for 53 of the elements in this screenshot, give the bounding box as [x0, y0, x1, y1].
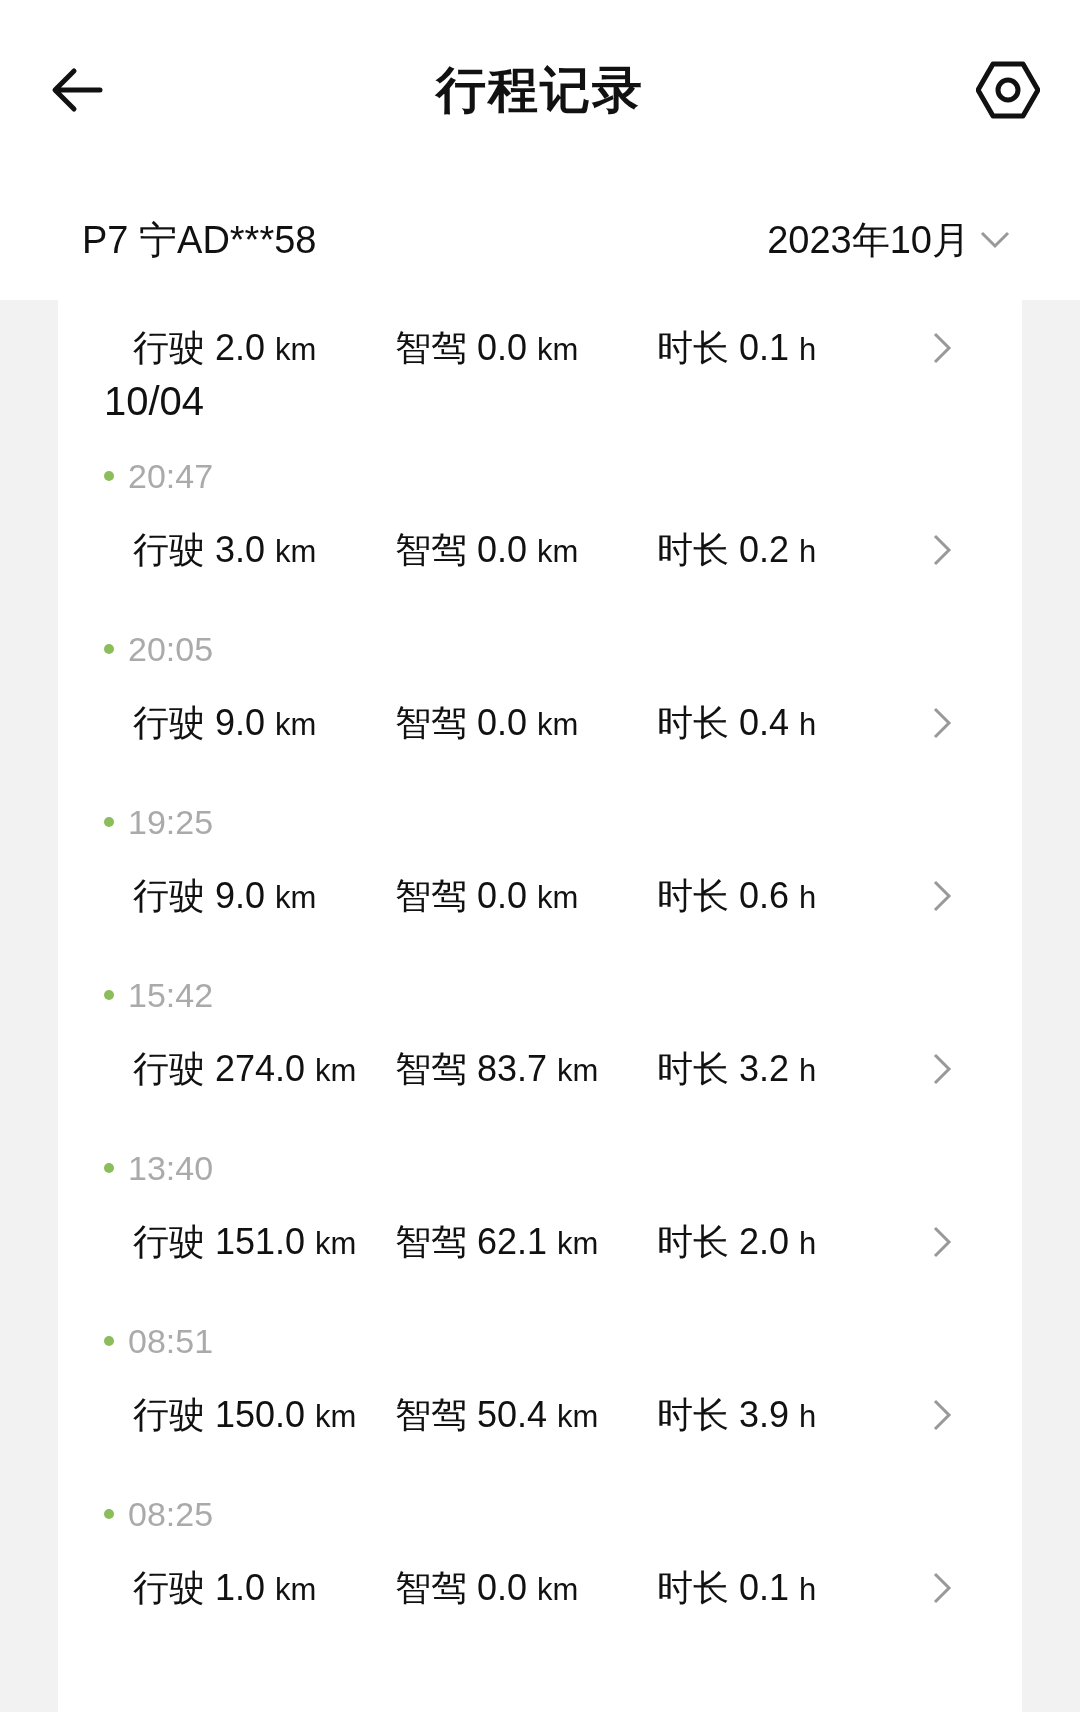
- assist-stat: 智驾 0.0 km: [395, 527, 580, 572]
- distance-stat: 行驶 150.0 km: [133, 1392, 358, 1437]
- status-dot: [104, 1336, 114, 1346]
- trip-time: 08:51: [128, 1321, 214, 1361]
- settings-icon[interactable]: [976, 61, 1040, 119]
- duration-stat: 时长 0.1 h: [657, 325, 818, 370]
- distance-stat: 行驶 1.0 km: [133, 1565, 318, 1610]
- assist-stat: 智驾 0.0 km: [395, 325, 580, 370]
- trip-time: 08:25: [128, 1494, 214, 1534]
- status-dot: [104, 990, 114, 1000]
- trip-time: 15:42: [128, 975, 214, 1015]
- assist-stat: 智驾 83.7 km: [395, 1046, 600, 1091]
- back-icon[interactable]: [50, 67, 104, 113]
- month-selector[interactable]: 2023年10月: [767, 214, 1010, 266]
- chevron-down-icon: [980, 231, 1010, 249]
- assist-stat: 智驾 0.0 km: [395, 873, 580, 918]
- vehicle-name: P7 宁AD***58: [82, 217, 317, 263]
- distance-stat: 行驶 9.0 km: [133, 873, 318, 918]
- trip-time: 20:47: [128, 456, 214, 496]
- status-dot: [104, 817, 114, 827]
- duration-stat: 时长 3.9 h: [657, 1392, 818, 1437]
- status-dot: [104, 1163, 114, 1173]
- duration-stat: 时长 3.2 h: [657, 1046, 818, 1091]
- status-dot: [104, 1509, 114, 1519]
- duration-stat: 时长 2.0 h: [657, 1219, 818, 1264]
- trip-time: 13:40: [128, 1148, 214, 1188]
- assist-stat: 智驾 62.1 km: [395, 1219, 600, 1264]
- trip-time: 20:05: [128, 629, 214, 669]
- distance-stat: 行驶 9.0 km: [133, 700, 318, 745]
- distance-stat: 行驶 2.0 km: [133, 325, 318, 370]
- duration-stat: 时长 0.1 h: [657, 1565, 818, 1610]
- chevron-right-icon[interactable]: [932, 1398, 952, 1432]
- status-dot: [104, 471, 114, 481]
- assist-stat: 智驾 0.0 km: [395, 700, 580, 745]
- duration-stat: 时长 0.4 h: [657, 700, 818, 745]
- chevron-right-icon[interactable]: [932, 331, 952, 365]
- assist-stat: 智驾 50.4 km: [395, 1392, 600, 1437]
- distance-stat: 行驶 151.0 km: [133, 1219, 358, 1264]
- chevron-right-icon[interactable]: [932, 706, 952, 740]
- status-dot: [104, 644, 114, 654]
- trip-time: 19:25: [128, 802, 214, 842]
- chevron-right-icon[interactable]: [932, 1052, 952, 1086]
- distance-stat: 行驶 3.0 km: [133, 527, 318, 572]
- distance-stat: 行驶 274.0 km: [133, 1046, 358, 1091]
- page-title: 行程记录: [436, 60, 644, 120]
- duration-stat: 时长 0.6 h: [657, 873, 818, 918]
- chevron-right-icon[interactable]: [932, 533, 952, 567]
- chevron-right-icon[interactable]: [932, 1571, 952, 1605]
- duration-stat: 时长 0.2 h: [657, 527, 818, 572]
- chevron-right-icon[interactable]: [932, 1225, 952, 1259]
- chevron-right-icon[interactable]: [932, 879, 952, 913]
- assist-stat: 智驾 0.0 km: [395, 1565, 580, 1610]
- day-date: 10/04: [103, 378, 206, 425]
